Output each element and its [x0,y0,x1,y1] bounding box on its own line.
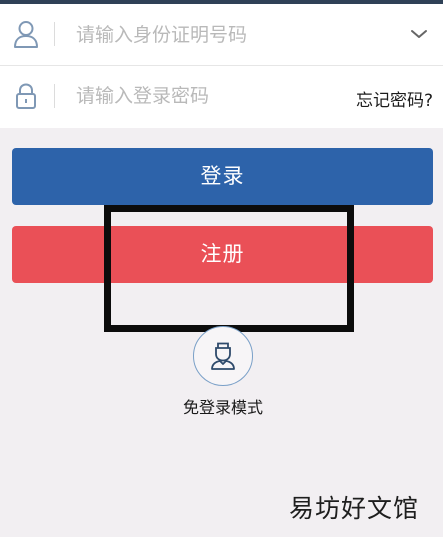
chevron-down-icon[interactable] [409,26,429,40]
person-icon [211,342,235,370]
login-screen: 忘记密码? 登录 注册 免登录模式 易坊好文馆 [0,0,443,537]
password-row: 忘记密码? [0,66,443,127]
forgot-password-link[interactable]: 忘记密码? [356,86,433,111]
guest-mode-label: 免登录模式 [182,398,263,417]
user-icon [13,20,39,48]
field-separator [54,22,55,46]
password-input[interactable] [76,82,336,110]
guest-mode-circle[interactable] [193,326,253,386]
field-separator [54,84,55,108]
lock-icon [13,82,39,110]
watermark-text: 易坊好文馆 [288,494,419,523]
register-button[interactable]: 注册 [12,226,433,283]
id-number-row [0,4,443,65]
login-form: 忘记密码? [0,4,443,128]
id-number-input[interactable] [76,21,336,49]
login-button[interactable]: 登录 [12,148,433,205]
